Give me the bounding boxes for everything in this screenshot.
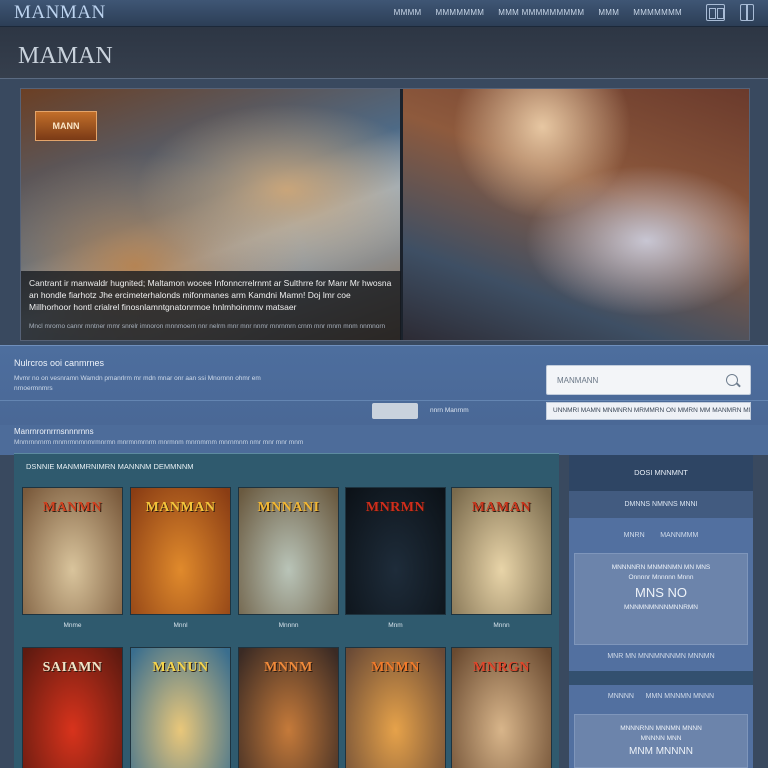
nav-link-2[interactable]: MMMMMMM (436, 8, 485, 17)
sidebar-row-left: MNNNN (607, 693, 634, 700)
comic-label[interactable]: Mnm (345, 622, 446, 629)
nav-link-5[interactable]: MMMMMMM (633, 8, 682, 17)
comic-cover[interactable]: SAIAMN (22, 647, 123, 768)
grid-view-icon[interactable] (706, 4, 725, 21)
cover-title: MNNANI (257, 500, 320, 515)
sidebar-subheader[interactable]: DMNNS NMNNS MNNI (569, 491, 753, 518)
cover-title: SAIAMN (42, 660, 103, 675)
sidebar-row: MNR MN MNNMNNNMN MNNMN (607, 653, 715, 660)
cover-title: MANUN (152, 660, 209, 675)
cover-title: MNMN (371, 660, 420, 675)
filter-toggle[interactable] (372, 403, 418, 419)
main-nav: MMMM MMMMMMM MMM MMMMMMMMM MMM MMMMMMM (394, 8, 682, 17)
comic-card[interactable]: MNMN (345, 647, 446, 768)
nav-link-1[interactable]: MMMM (394, 8, 422, 17)
hero-banner[interactable]: MANN Cantrant ir manwaldr hugnited; Malt… (20, 88, 750, 341)
cover-title: MANMN (42, 500, 103, 515)
info-box-headline: MNM MNNNN (629, 746, 693, 757)
search-input[interactable] (546, 365, 751, 395)
comic-cover[interactable]: MNRMN (345, 487, 446, 615)
sidebar-divider-strip (569, 671, 753, 685)
cover-title: MAMAN (471, 500, 532, 515)
comic-card[interactable]: MAMAN Mnnn (451, 487, 552, 629)
sidebar-row-left: MNRN (623, 532, 645, 539)
gallery-title: DSNNIE MANMMRNIMRN MANNNM DEMMNNM (26, 462, 194, 471)
info-text: Mnmrnnrnrm mnmrmnmnmrmnrmn mnrmnmrnrm mn… (14, 439, 304, 446)
secondary-search-field[interactable]: UNNMRI MAMN MNMNRN MRMMRN ON MMRN MM MAN… (546, 402, 751, 420)
divider (0, 400, 768, 401)
sidebar-row: MNRN MANNMMM (569, 532, 753, 539)
sidebar-row: MNNNN MMN MNNMN MNNN (569, 693, 753, 700)
comic-card[interactable]: MNRMN Mnm (345, 487, 446, 629)
promo-line-3: MNNMNMNNNMNNRMN (623, 604, 698, 611)
page-title: MAMAN (18, 43, 113, 69)
comic-cover[interactable]: MNNM (238, 647, 339, 768)
comic-cover[interactable]: MANUN (130, 647, 231, 768)
comic-card[interactable]: MANUN (130, 647, 231, 768)
comic-cover[interactable]: MANMAN (130, 487, 231, 615)
comic-label[interactable]: Mnme (22, 622, 123, 629)
hero-caption-text: Cantrant ir manwaldr hugnited; Maltamon … (29, 278, 392, 312)
hero-image-right (403, 89, 749, 340)
search-icon[interactable] (726, 374, 738, 386)
cover-title: MNRMN (365, 500, 426, 515)
sidebar-promo-box[interactable]: MNNNNRN MNMNNMN MN MNS Onnnnr Mnnnnn Mnn… (574, 553, 748, 645)
search-section-title: Nulrcros ooi canmrnes (14, 358, 105, 368)
promo-headline: MNS NO (635, 585, 687, 600)
comic-card[interactable]: MANMAN Mnnl (130, 487, 231, 629)
hero-badge: MANN (35, 111, 97, 141)
panel-toggle-icon[interactable] (740, 4, 754, 21)
comic-label[interactable]: Mnnl (130, 622, 231, 629)
info-title: Manrnrornrrnsnnnrnns (14, 427, 94, 436)
comic-card[interactable]: MANMN Mnme (22, 487, 123, 629)
comic-cover[interactable]: MAMAN (451, 487, 552, 615)
search-section-text: Mvmr no on vesnramn Wamdn pmanrlrm mr md… (14, 375, 261, 392)
info-section: Manrnrornrrnsnnnrnns Mnmrnnrnrm mnmrmnmn… (0, 425, 768, 455)
comic-cover[interactable]: MANMN (22, 487, 123, 615)
info-box-line-2: MNNNN MNN (640, 735, 682, 742)
cover-title: MNNM (264, 660, 313, 675)
top-navbar: MANMAN MMMM MMMMMMM MMM MMMMMMMMM MMM MM… (0, 0, 768, 27)
comic-gallery: DSNNIE MANMMRNIMRN MANNNM DEMMNNM MANMN … (14, 453, 559, 768)
hero-caption: Cantrant ir manwaldr hugnited; Maltamon … (21, 271, 401, 340)
comic-card[interactable]: MNNM (238, 647, 339, 768)
page-header: MAMAN (0, 27, 768, 79)
promo-line-1: MNNNNRN MNMNNMN MN MNS (611, 564, 711, 571)
comic-card[interactable]: SAIAMN (22, 647, 123, 768)
nav-link-4[interactable]: MMM (598, 8, 619, 17)
comic-cover[interactable]: MNRGN (451, 647, 552, 768)
sidebar-info-box[interactable]: MNNNRNN MNNMN MNNN MNNNN MNN MNM MNNNN (574, 714, 748, 768)
cover-title: MNRGN (473, 660, 530, 675)
comic-cover[interactable]: MNNANI (238, 487, 339, 615)
sidebar-row-right[interactable]: MANNMMM (660, 532, 698, 539)
sidebar-header[interactable]: DOSI MNNMNT (569, 455, 753, 491)
comic-label[interactable]: Mnnn (451, 622, 552, 629)
sidebar: DOSI MNNMNT DMNNS NMNNS MNNI MNRN MANNMM… (569, 455, 753, 768)
search-section: Nulrcros ooi canmrnes Mvmr no on vesnram… (0, 345, 768, 425)
nav-link-3[interactable]: MMM MMMMMMMMM (498, 8, 584, 17)
cover-title: MANMAN (145, 500, 216, 515)
sidebar-row-right[interactable]: MMN MNNMN MNNN (646, 693, 714, 700)
comic-label[interactable]: Mnnnn (238, 622, 339, 629)
site-logo[interactable]: MANMAN (14, 2, 106, 24)
hero-caption-subtext: Mncl mrorno cannr mntner mmr snrelr imno… (29, 323, 386, 330)
comic-card[interactable]: MNNANI Mnnnn (238, 487, 339, 629)
info-box-line-1: MNNNRNN MNNMN MNNN (620, 725, 702, 732)
comic-cover[interactable]: MNMN (345, 647, 446, 768)
promo-line-2: Onnnnr Mnnnnn Mnnn (628, 574, 694, 581)
filter-label: nnrn Manrnm (430, 407, 469, 414)
comic-card[interactable]: MNRGN (451, 647, 552, 768)
